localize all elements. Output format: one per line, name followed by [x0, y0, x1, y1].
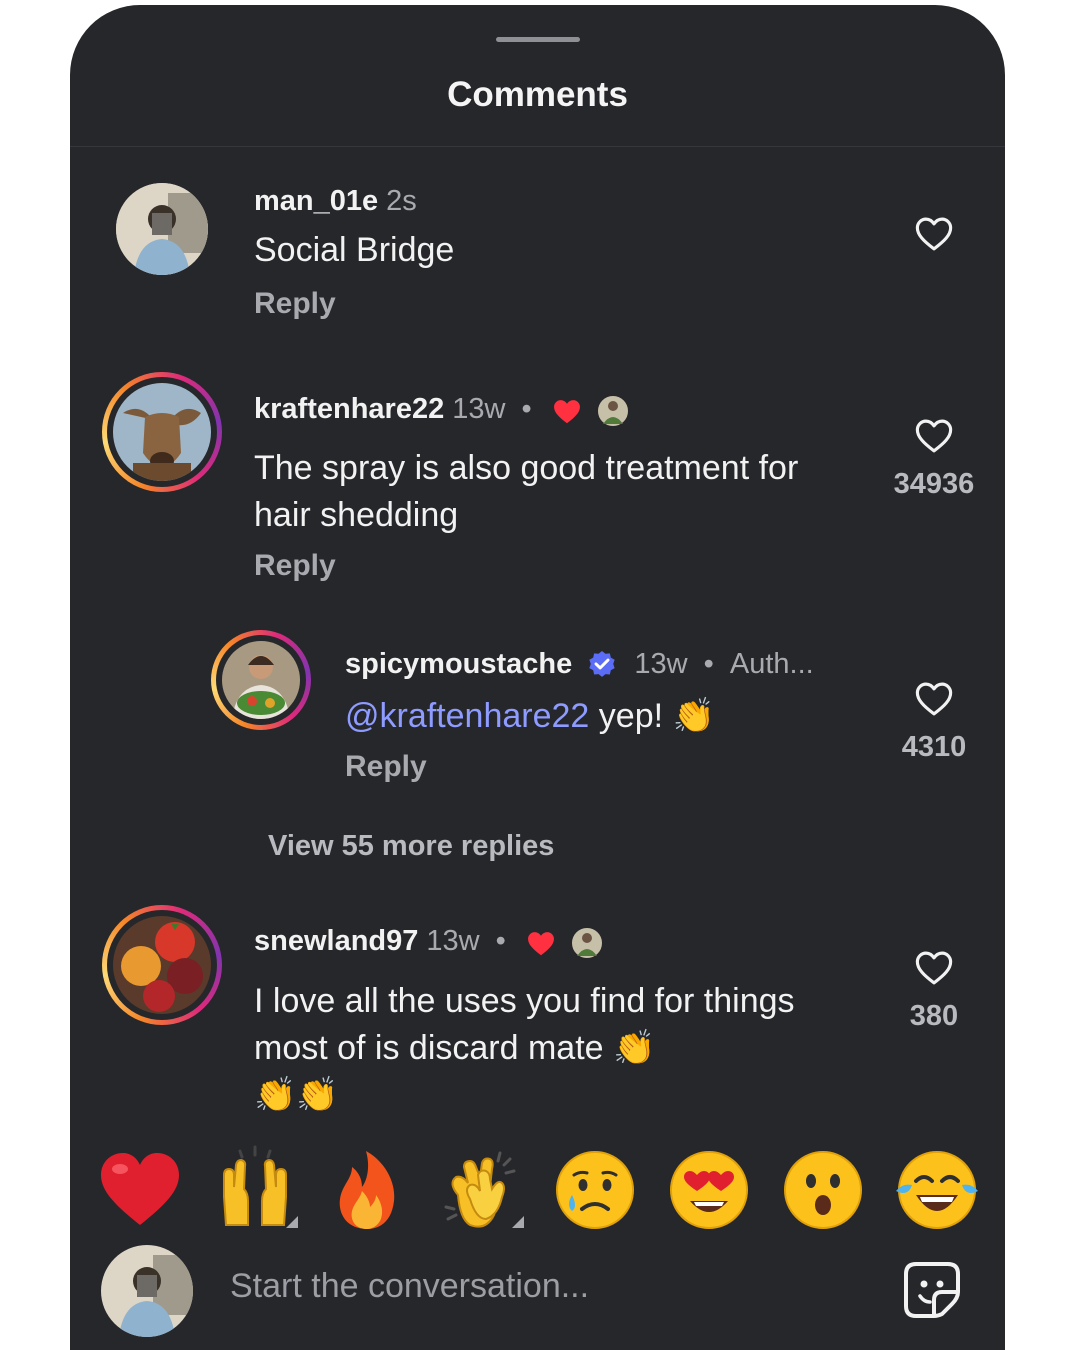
avatar[interactable] [116, 183, 208, 275]
heart-icon[interactable] [911, 213, 957, 255]
comment-username[interactable]: spicymoustache 13w • Auth... [345, 648, 814, 681]
crying-face-emoji-icon[interactable] [550, 1145, 640, 1235]
author-avatar-icon [595, 393, 630, 428]
view-more-replies-button[interactable]: View 55 more replies [268, 830, 554, 863]
comment-text: @kraftenhare22 yep! 👏 [345, 697, 715, 735]
comment-input[interactable]: Start the conversation... [230, 1267, 589, 1306]
verified-badge-icon [589, 651, 615, 678]
separator: • [703, 648, 714, 680]
author-avatar-icon [569, 925, 604, 960]
comment-username[interactable]: man_01e 2s [254, 185, 417, 218]
like-count: 380 [909, 1000, 959, 1032]
comment-time: 13w [452, 393, 506, 425]
reply-button[interactable]: Reply [345, 750, 427, 784]
author-liked-heart-icon [553, 399, 580, 423]
comment-time: 2s [386, 185, 417, 217]
separator: • [521, 393, 532, 425]
comment-text: Social Bridge [254, 231, 455, 269]
like-count: 34936 [893, 468, 975, 500]
like-count: 4310 [901, 731, 967, 763]
sticker-icon[interactable] [902, 1260, 962, 1320]
avatar [222, 641, 300, 719]
separator: • [495, 925, 506, 957]
story-ring[interactable] [102, 372, 222, 492]
author-liked-heart-icon [527, 931, 554, 955]
author-tag: Auth... [729, 648, 814, 680]
heart-icon[interactable] [911, 947, 957, 989]
comment-username[interactable]: snewland97 13w • [254, 925, 604, 960]
story-ring[interactable] [211, 630, 311, 730]
avatar [113, 383, 211, 481]
drag-handle[interactable] [496, 37, 580, 42]
sheet-title: Comments [447, 75, 628, 114]
skin-tone-indicator-icon [286, 1216, 298, 1228]
heart-icon[interactable] [911, 678, 957, 720]
skin-tone-indicator-icon [512, 1216, 524, 1228]
avatar [113, 916, 211, 1014]
header-divider [70, 146, 1005, 147]
current-user-avatar [101, 1245, 193, 1337]
comment-username[interactable]: kraftenhare22 13w • [254, 393, 630, 428]
heart-icon[interactable] [911, 415, 957, 457]
heart-emoji-icon[interactable] [95, 1145, 185, 1235]
comment-time: 13w [426, 925, 480, 957]
story-ring[interactable] [102, 905, 222, 1025]
heart-eyes-face-emoji-icon[interactable] [664, 1145, 754, 1235]
fire-emoji-icon[interactable] [322, 1145, 412, 1235]
comment-text-continued: 👏👏 [254, 1076, 339, 1114]
tears-of-joy-face-emoji-icon[interactable] [892, 1145, 982, 1235]
comment-time: 13w [634, 648, 688, 680]
comment-text: The spray is also good treatment for hai… [254, 449, 799, 534]
mention-link[interactable]: @kraftenhare22 [345, 697, 589, 735]
reply-button[interactable]: Reply [254, 287, 336, 321]
reply-button[interactable]: Reply [254, 549, 336, 583]
surprised-face-emoji-icon[interactable] [778, 1145, 868, 1235]
comment-text: I love all the uses you find for things … [254, 982, 795, 1067]
comments-sheet: Comments man_01e2s Social Bridge Reply [70, 5, 1005, 1350]
